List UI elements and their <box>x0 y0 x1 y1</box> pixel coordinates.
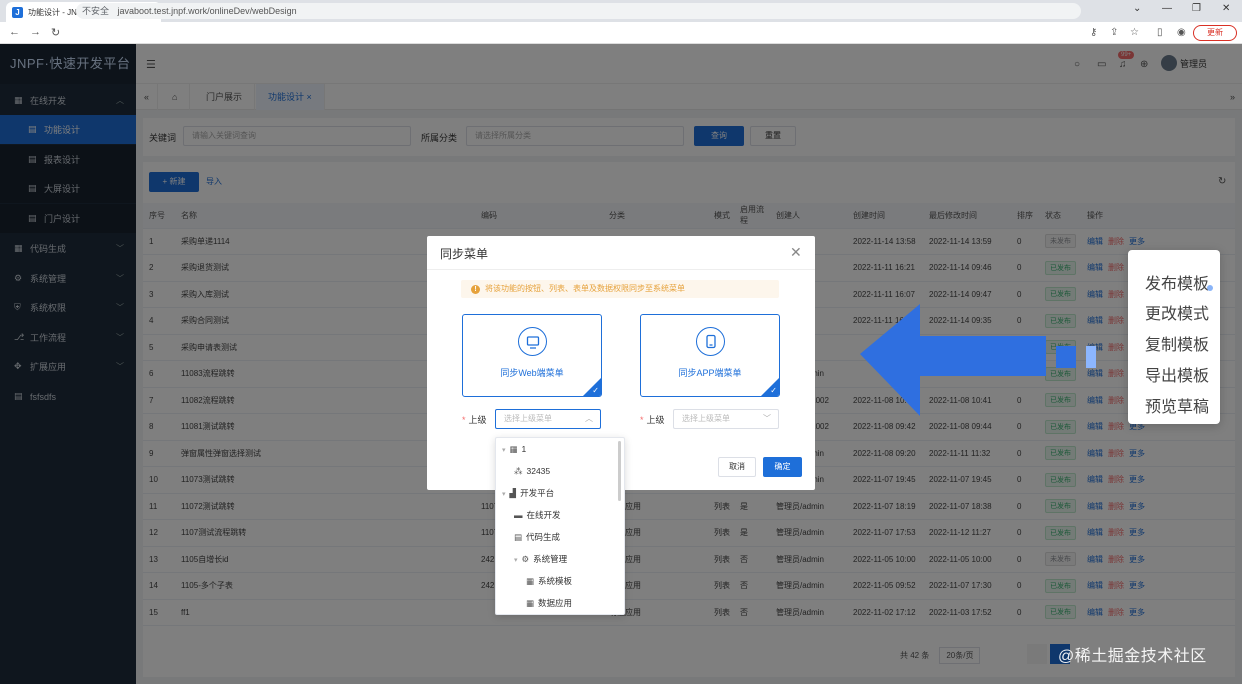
chevron-down-icon: ﹀ <box>763 414 771 423</box>
tree-node[interactable]: ▾ ⚙ 系统管理 <box>514 548 567 570</box>
url-text: javaboot.test.jnpf.work/onlineDev/webDes… <box>117 6 297 16</box>
update-button[interactable]: 更新 <box>1193 25 1237 41</box>
sync-app-card[interactable]: 同步APP端菜单 ✓ <box>640 314 780 397</box>
arrow-dash <box>1086 346 1096 368</box>
web-parent-label: * 上级 <box>462 415 487 425</box>
url-field[interactable]: 不安全 javaboot.test.jnpf.work/onlineDev/we… <box>76 3 1081 19</box>
menu-item-publish-template[interactable]: 发布模板 <box>1145 270 1209 294</box>
dialog-title: 同步菜单 <box>440 247 489 261</box>
annotation-arrow <box>860 304 1096 416</box>
favicon-icon: J <box>12 6 23 18</box>
menu-item-change-mode[interactable]: 更改模式 <box>1145 300 1209 324</box>
sync-web-label: 同步Web端菜单 <box>500 368 564 378</box>
reload-icon[interactable]: ↻ <box>51 26 60 39</box>
key-icon[interactable]: ⚷ <box>1090 27 1097 38</box>
app-parent-select[interactable]: 选择上级菜单 ﹀ <box>673 409 779 429</box>
sync-web-card[interactable]: 同步Web端菜单 ✓ <box>462 314 602 397</box>
check-icon: ✓ <box>770 386 777 395</box>
tree-node[interactable]: ▦ 系统模板 <box>526 570 572 592</box>
dialog-tip-text: 将该功能的按钮、列表、表单及数据权限同步至系统菜单 <box>485 284 685 293</box>
tree-node-label: 代码生成 <box>526 532 561 542</box>
tree-node[interactable]: ⁂ 32435 <box>514 460 550 482</box>
dialog-tip: ! 将该功能的按钮、列表、表单及数据权限同步至系统菜单 <box>461 280 779 298</box>
node-icon: ▬ <box>514 510 523 520</box>
tree-node-label: 1 <box>521 444 527 454</box>
tree-node[interactable]: ▾ ▦ 1 <box>502 438 526 460</box>
forward-icon[interactable]: → <box>30 26 41 38</box>
sidepanel-icon[interactable]: ▯ <box>1157 27 1163 38</box>
expand-arrow-icon[interactable]: ▾ <box>502 447 506 454</box>
confirm-button[interactable]: 确定 <box>763 457 802 477</box>
insecure-label: 不安全 <box>82 6 110 16</box>
arrow-dash <box>1056 346 1076 368</box>
node-icon: ▟ <box>509 488 517 498</box>
close-window-icon[interactable]: ✕ <box>1222 3 1230 14</box>
tree-node-label: 开发平台 <box>520 488 555 498</box>
menu-item-copy-template[interactable]: 复制模板 <box>1145 331 1209 355</box>
tab-search-icon[interactable]: ⌄ <box>1133 3 1141 14</box>
tree-node-label: 系统模板 <box>538 576 573 586</box>
menu-item-preview-draft[interactable]: 预览草稿 <box>1145 393 1209 417</box>
menu-item-export-template[interactable]: 导出模板 <box>1145 362 1209 386</box>
tree-node[interactable]: ▾ ▟ 开发平台 <box>502 482 554 504</box>
node-icon: ▦ <box>509 444 518 454</box>
share-icon[interactable]: ⇪ <box>1110 27 1118 38</box>
tree-node-label: 系统管理 <box>533 554 568 564</box>
back-icon[interactable]: ← <box>9 26 20 38</box>
dialog-divider <box>427 269 815 270</box>
chevron-up-icon: ︿ <box>585 414 593 423</box>
maximize-icon[interactable]: ❐ <box>1192 3 1201 14</box>
sync-app-label: 同步APP端菜单 <box>678 368 742 378</box>
minimize-icon[interactable]: — <box>1162 3 1172 14</box>
select-placeholder: 选择上级菜单 <box>504 414 552 423</box>
parent-menu-tree: ▾ ▦ 1 ⁂ 32435 ▾ ▟ 开发平台 ▬ 在线开发 ▤ 代码生成 ▾ ⚙ 系统管理 ▦ 系统模板 ▦ 数据应… <box>495 437 625 615</box>
node-icon: ▦ <box>526 576 535 586</box>
phone-icon <box>696 327 725 356</box>
watermark: @稀土掘金技术社区 <box>1058 648 1207 665</box>
tree-node[interactable]: ▬ 在线开发 <box>514 504 561 526</box>
tree-scrollbar[interactable] <box>618 441 621 501</box>
app-parent-label: * 上级 <box>640 415 665 425</box>
star-icon[interactable]: ☆ <box>1130 27 1139 38</box>
hover-dot <box>1207 285 1213 291</box>
monitor-icon <box>518 327 547 356</box>
warning-icon: ! <box>471 285 480 294</box>
tree-node[interactable]: ▦ 数据应用 <box>526 592 572 614</box>
web-parent-select[interactable]: 选择上级菜单 ︿ <box>495 409 601 429</box>
node-icon: ⁂ <box>514 466 523 476</box>
tree-node[interactable]: ▤ 代码生成 <box>514 526 560 548</box>
cancel-button[interactable]: 取消 <box>718 457 756 477</box>
tree-node-label: 在线开发 <box>526 510 561 520</box>
tree-node-label: 32435 <box>526 466 551 476</box>
expand-arrow-icon[interactable]: ▾ <box>514 557 518 564</box>
node-icon: ▤ <box>514 532 523 542</box>
tree-node-label: 数据应用 <box>538 598 573 608</box>
select-placeholder: 选择上级菜单 <box>682 414 730 423</box>
address-bar-row <box>0 22 1242 44</box>
close-icon[interactable]: ✕ <box>790 244 802 261</box>
arrow-shape <box>860 304 1046 416</box>
node-icon: ▦ <box>526 598 535 608</box>
profile-icon[interactable]: ◉ <box>1177 27 1186 38</box>
node-icon: ⚙ <box>521 554 530 564</box>
expand-arrow-icon[interactable]: ▾ <box>502 491 506 498</box>
check-icon: ✓ <box>592 386 599 395</box>
